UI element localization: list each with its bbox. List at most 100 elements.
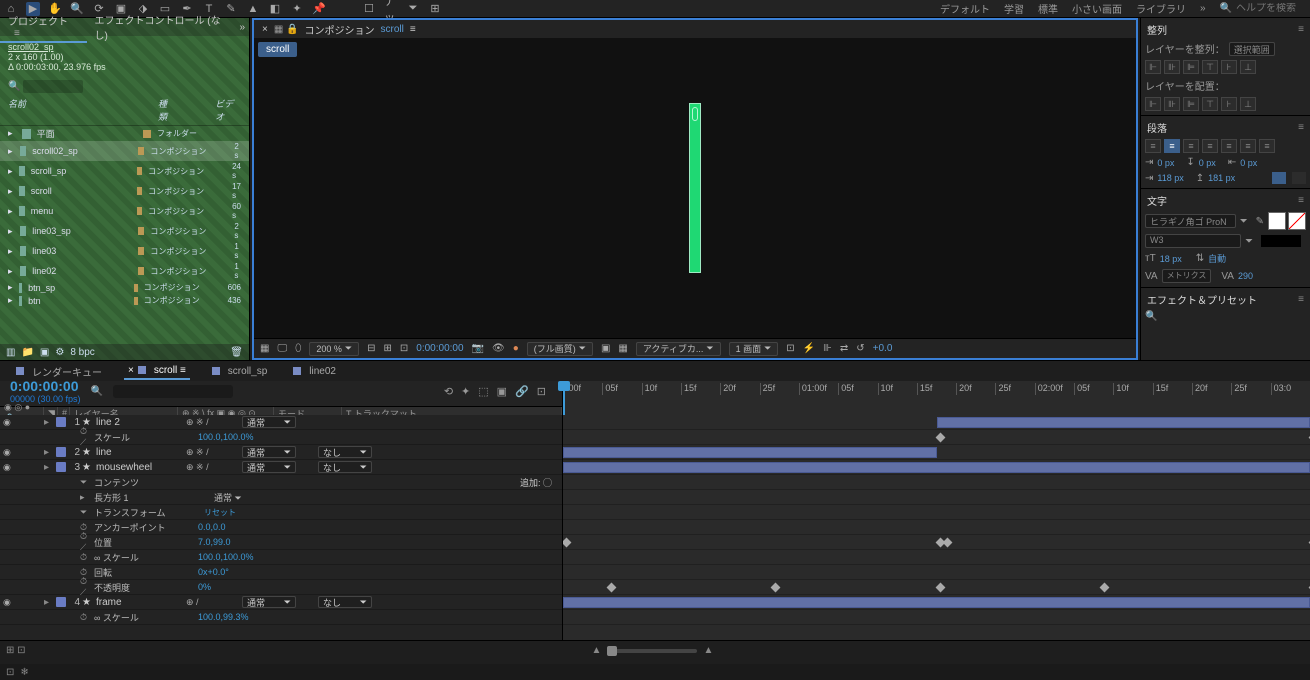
tl-ic-3[interactable]: ⬚: [478, 385, 488, 398]
grid-icon[interactable]: ⊞: [384, 343, 392, 354]
viewer-timecode[interactable]: 0:00:00:00: [416, 343, 463, 354]
bpc-label[interactable]: 8 bpc: [70, 347, 94, 358]
track-row[interactable]: [563, 430, 1310, 445]
property-row[interactable]: ▸長方形 1通常 ⏷: [0, 490, 562, 505]
res-down-icon[interactable]: ⊟: [367, 343, 375, 354]
panel-menu-icon[interactable]: ≡: [14, 28, 20, 39]
track-row[interactable]: [563, 580, 1310, 595]
track-row[interactable]: [563, 550, 1310, 565]
ltr-toggle[interactable]: [1292, 172, 1306, 184]
panel-menu-icon[interactable]: ≡: [1298, 122, 1304, 133]
zoom-dropdown[interactable]: 200 %⏷: [309, 342, 359, 356]
space-before[interactable]: 0 px: [1199, 158, 1216, 168]
font-size[interactable]: 18 px: [1160, 254, 1182, 264]
roi-icon[interactable]: ▣: [601, 343, 610, 354]
property-row[interactable]: ⏱ ⟋位置7.0,99.0: [0, 535, 562, 550]
indent-right[interactable]: 0 px: [1240, 158, 1257, 168]
viewer-canvas[interactable]: scroll: [254, 38, 1136, 338]
help-search[interactable]: 🔍: [1220, 3, 1306, 14]
snapshot-icon[interactable]: 📷: [472, 343, 484, 354]
project-item[interactable]: ▸scroll_spコンポジション24 s: [0, 161, 249, 181]
align-hcenter-icon[interactable]: ⊪: [1164, 60, 1180, 74]
dist-4-icon[interactable]: ⊤: [1202, 97, 1218, 111]
dist-6-icon[interactable]: ⊥: [1240, 97, 1256, 111]
ws-default[interactable]: デフォルト: [940, 1, 990, 16]
project-item[interactable]: ▸line02コンポジション1 s: [0, 261, 249, 281]
property-row[interactable]: ⏷コンテンツ追加: ◯: [0, 475, 562, 490]
roto-tool-icon[interactable]: ✦: [290, 2, 304, 16]
ws-small[interactable]: 小さい画面: [1072, 1, 1122, 16]
help-search-input[interactable]: [1236, 3, 1306, 14]
project-item[interactable]: ▸line03_spコンポジション2 s: [0, 221, 249, 241]
layer-row[interactable]: ◉▸2★line⊕ ※ /通常 ⏷なし ⏷: [0, 445, 562, 460]
col-size[interactable]: ビデオ: [215, 97, 241, 123]
property-row[interactable]: ⏷トランスフォームリセット: [0, 505, 562, 520]
project-item[interactable]: ▸btnコンポジション436: [0, 294, 249, 307]
playhead[interactable]: [563, 381, 565, 415]
ws-more-icon[interactable]: »: [1200, 3, 1206, 14]
monitor-icon[interactable]: 🖵: [277, 343, 287, 354]
panel-menu-icon[interactable]: ≡: [1298, 24, 1304, 35]
project-item[interactable]: ▸btn_spコンポジション606: [0, 281, 249, 294]
tl-ic-1[interactable]: ⟲: [444, 385, 453, 398]
snap-checkbox[interactable]: ☐: [362, 2, 376, 16]
p-right-icon[interactable]: ≡: [1183, 139, 1199, 153]
align-right-icon[interactable]: ⊫: [1183, 60, 1199, 74]
viewer-menu-icon[interactable]: ≡: [410, 24, 416, 35]
tab-project[interactable]: プロジェクト≡: [0, 11, 87, 43]
eyedropper-icon[interactable]: ✎: [1256, 216, 1264, 227]
timeline-zoom[interactable]: ▲▲: [592, 645, 714, 656]
leading[interactable]: 自動: [1208, 252, 1226, 265]
tracking[interactable]: 290: [1238, 271, 1253, 281]
lock-icon[interactable]: ▦ 🔒: [274, 24, 299, 35]
track-row[interactable]: [563, 445, 1310, 460]
alpha-icon[interactable]: ▦: [260, 343, 269, 354]
new-folder-icon[interactable]: 📁: [21, 347, 33, 358]
project-item[interactable]: ▸line03コンポジション1 s: [0, 241, 249, 261]
puppet-tool-icon[interactable]: 📌: [312, 2, 326, 16]
show-snap-icon[interactable]: 👁: [492, 343, 505, 354]
panel-overflow-icon[interactable]: »: [239, 22, 249, 33]
align-target-select[interactable]: 選択範囲: [1229, 42, 1275, 56]
ws-learn[interactable]: 学習: [1004, 1, 1024, 16]
panel-menu-icon[interactable]: ≡: [1298, 294, 1304, 305]
status-icon-2[interactable]: ❄: [20, 667, 28, 678]
snap-opts-icon[interactable]: ⊞: [428, 2, 442, 16]
rtl-toggle[interactable]: [1272, 172, 1286, 184]
p-j2-icon[interactable]: ≡: [1221, 139, 1237, 153]
track-row[interactable]: [563, 490, 1310, 505]
font-select[interactable]: ヒラギノ角ゴ ProN: [1145, 214, 1236, 228]
indent-left[interactable]: 0 px: [1157, 158, 1174, 168]
project-item[interactable]: ▸menuコンポジション60 s: [0, 201, 249, 221]
tl-ic-2[interactable]: ✦: [461, 385, 470, 398]
stroke-swatch[interactable]: [1288, 212, 1306, 230]
ws-library[interactable]: ライブラリ: [1136, 1, 1186, 16]
kerning[interactable]: メトリクス: [1162, 269, 1212, 283]
dist-3-icon[interactable]: ⊫: [1183, 97, 1199, 111]
p-left-icon[interactable]: ≡: [1145, 139, 1161, 153]
track-row[interactable]: [563, 595, 1310, 610]
panel-menu-icon[interactable]: ≡: [1298, 195, 1304, 206]
align-vcenter-icon[interactable]: ⊦: [1221, 60, 1237, 74]
property-row[interactable]: ⏱ ⟋不透明度0%: [0, 580, 562, 595]
trash-icon[interactable]: 🗑: [230, 347, 243, 358]
track-row[interactable]: [563, 565, 1310, 580]
timecode[interactable]: 0:00:00:00: [10, 378, 81, 394]
p-center-icon[interactable]: ≡: [1164, 139, 1180, 153]
toggle-switches-icon[interactable]: ⊞ ⊡: [6, 645, 26, 656]
viewer-breadcrumb[interactable]: scroll: [258, 42, 297, 57]
close-tab-icon[interactable]: ×: [262, 24, 268, 35]
guides-icon[interactable]: ⊡: [400, 343, 408, 354]
timeline-tracks[interactable]: [562, 415, 1310, 640]
align-left-icon[interactable]: ⊩: [1145, 60, 1161, 74]
track-row[interactable]: [563, 535, 1310, 550]
property-row[interactable]: ⏱∞ スケール100.0,99.3%: [0, 610, 562, 625]
quality-dropdown[interactable]: (フル画質)⏷: [527, 342, 593, 356]
tab-effect-controls[interactable]: エフェクトコントロール (なし): [87, 10, 240, 44]
dist-5-icon[interactable]: ⊦: [1221, 97, 1237, 111]
timeline-icon[interactable]: ⊪: [823, 343, 832, 354]
canvas-shape[interactable]: [689, 103, 701, 273]
track-row[interactable]: [563, 520, 1310, 535]
property-row[interactable]: ⏱ ⟋スケール100.0,100.0%: [0, 430, 562, 445]
p-j4-icon[interactable]: ≡: [1259, 139, 1275, 153]
